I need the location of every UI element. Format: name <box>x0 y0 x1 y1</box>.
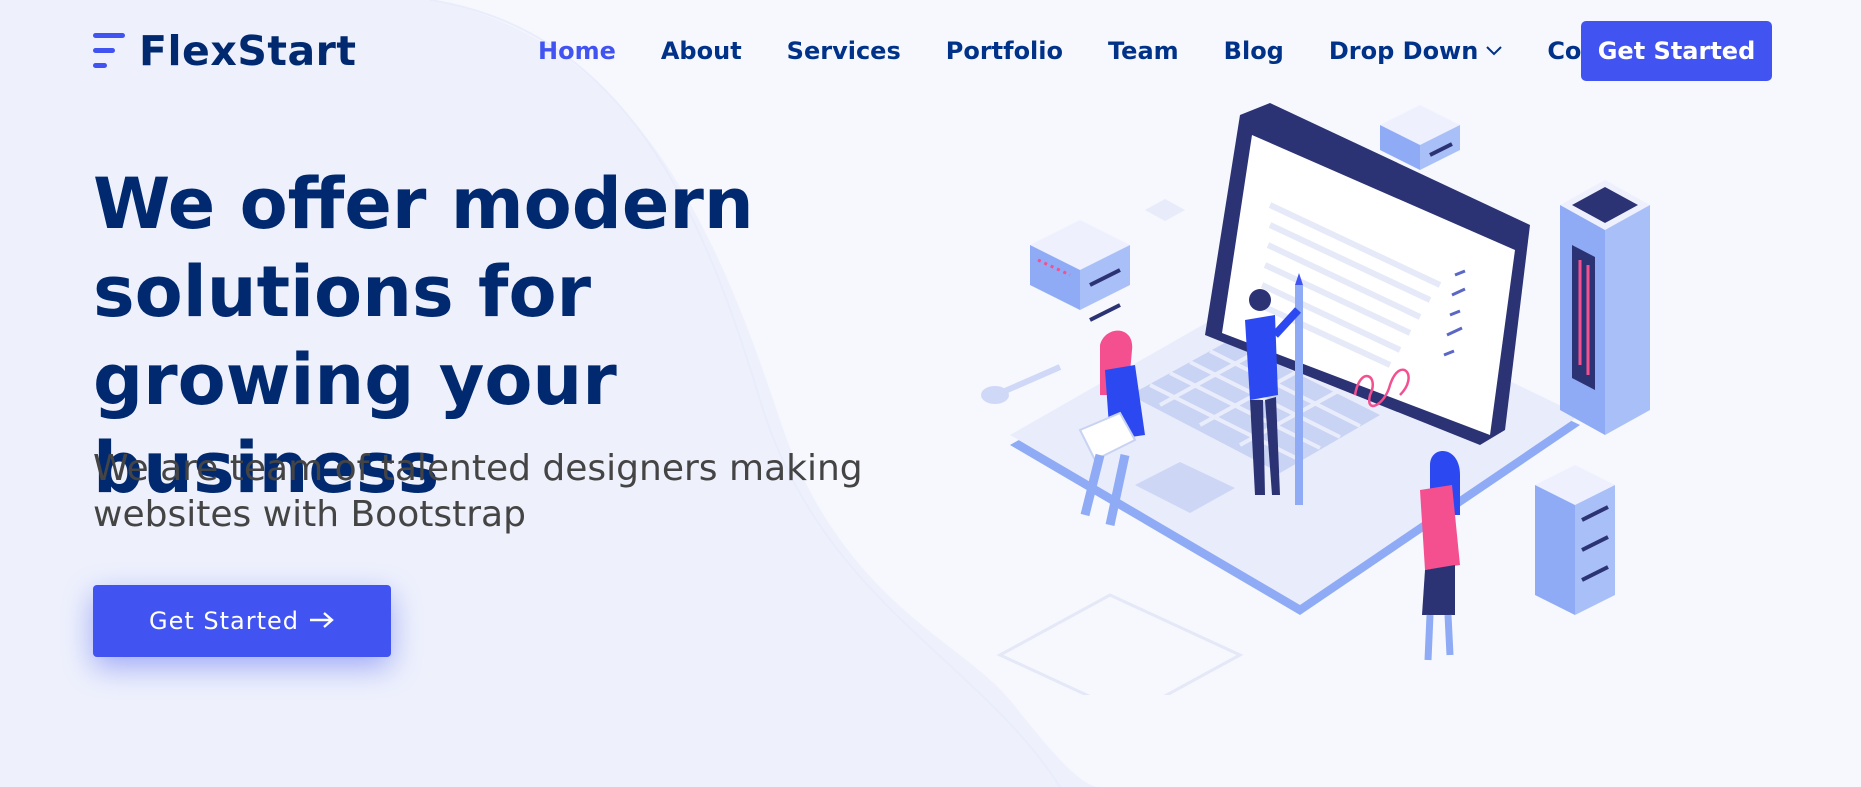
chevron-down-icon <box>1486 46 1503 56</box>
nav-blog[interactable]: Blog <box>1224 37 1284 65</box>
arrow-right-icon <box>309 607 335 635</box>
nav-team[interactable]: Team <box>1108 37 1179 65</box>
main-nav: Home About Services Portfolio Team Blog … <box>538 30 1697 72</box>
nav-blog-label: Blog <box>1223 37 1284 65</box>
logo-mark-icon <box>93 29 127 73</box>
site-header: FlexStart Home About Services Portfolio … <box>0 0 1861 100</box>
logo-text: FlexStart <box>139 27 357 75</box>
logo[interactable]: FlexStart <box>93 27 357 75</box>
nav-portfolio[interactable]: Portfolio <box>946 37 1063 65</box>
nav-about[interactable]: About <box>661 37 742 65</box>
nav-home-label: Home <box>538 37 616 65</box>
hero-illustration-icon <box>981 103 1650 695</box>
nav-about-label: About <box>660 37 742 65</box>
nav-dropdown[interactable]: Drop Down <box>1328 37 1503 65</box>
nav-services[interactable]: Services <box>787 37 901 65</box>
nav-dropdown-label: Drop Down <box>1328 37 1479 65</box>
nav-home[interactable]: Home <box>538 37 616 65</box>
nav-portfolio-label: Portfolio <box>945 37 1063 65</box>
nav-services-label: Services <box>786 37 901 65</box>
nav-team-label: Team <box>1108 37 1179 65</box>
hero-get-started-button[interactable]: Get Started <box>93 585 391 657</box>
hero-subtitle: We are team of talented designers making… <box>93 448 863 535</box>
header-get-started-button[interactable]: Get Started <box>1581 21 1772 81</box>
header-get-started-label: Get Started <box>1597 37 1756 65</box>
hero-get-started-label: Get Started <box>148 607 300 635</box>
